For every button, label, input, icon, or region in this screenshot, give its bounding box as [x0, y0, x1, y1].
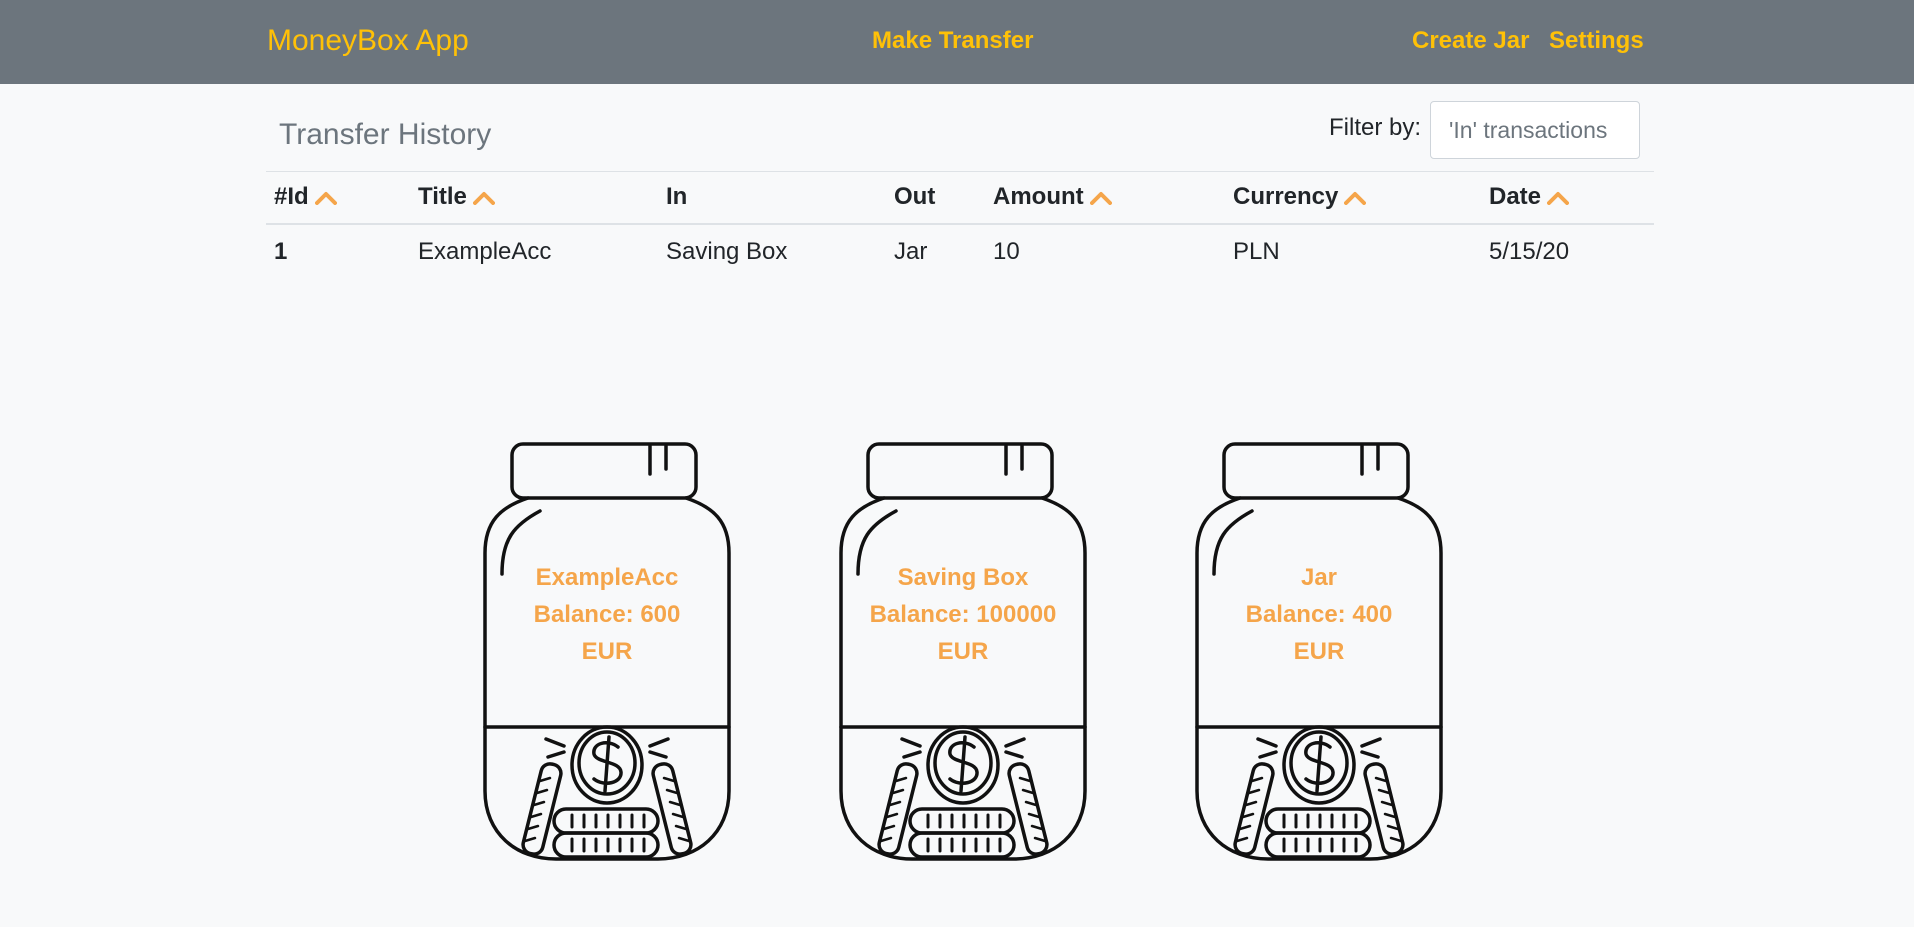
jar-card-jar[interactable]: Jar Balance: 400 EUR — [1188, 441, 1450, 863]
jar-balance: Balance: 100000 — [869, 601, 1057, 628]
cell-out: Jar — [894, 238, 928, 265]
jar-info: Saving Box Balance: 100000 EUR — [832, 559, 1094, 670]
column-header-date[interactable]: Date — [1481, 171, 1654, 225]
create-jar-link[interactable]: Create Jar — [1412, 27, 1529, 55]
cell-amount: 10 — [993, 238, 1020, 265]
jar-info: ExampleAcc Balance: 600 EUR — [476, 559, 738, 670]
jar-balance: Balance: 400 — [1245, 601, 1393, 628]
jar-name: Saving Box — [897, 564, 1029, 591]
column-header-currency[interactable]: Currency — [1225, 171, 1481, 225]
chevron-up-icon[interactable] — [472, 184, 495, 212]
jar-currency: EUR — [1293, 638, 1345, 665]
filter-label: Filter by: — [1329, 114, 1422, 141]
jar-info: Jar Balance: 400 EUR — [1188, 559, 1450, 670]
jar-name: Jar — [1300, 564, 1338, 591]
jar-card-exampleacc[interactable]: ExampleAcc Balance: 600 EUR — [476, 441, 738, 863]
jar-name: ExampleAcc — [535, 564, 679, 591]
chevron-up-icon[interactable] — [1344, 184, 1367, 212]
cell-id: 1 — [274, 238, 288, 265]
chevron-up-icon[interactable] — [1547, 184, 1570, 212]
column-header-in: In — [658, 171, 886, 225]
filter-input[interactable] — [1430, 101, 1640, 159]
column-header-id[interactable]: #Id — [266, 171, 410, 225]
jar-card-saving-box[interactable]: Saving Box Balance: 100000 EUR — [832, 441, 1094, 863]
settings-link[interactable]: Settings — [1549, 27, 1644, 55]
table-row: 1 ExampleAcc Saving Box Jar 10 PLN 5/15/… — [266, 224, 1654, 280]
cell-in: Saving Box — [666, 238, 788, 265]
column-header-amount[interactable]: Amount — [985, 171, 1225, 225]
transfer-history-table: #Id Title In Out Amount Currency Date 1 … — [266, 171, 1654, 280]
transfer-history-title: Transfer History — [279, 118, 492, 151]
table-header-row: #Id Title In Out Amount Currency Date — [266, 171, 1654, 225]
chevron-up-icon[interactable] — [314, 184, 337, 212]
navbar: MoneyBox App Make Transfer Create Jar Se… — [0, 0, 1914, 84]
jar-currency: EUR — [937, 638, 989, 665]
make-transfer-link[interactable]: Make Transfer — [872, 27, 1033, 55]
jar-balance: Balance: 600 — [533, 601, 681, 628]
column-header-title[interactable]: Title — [410, 171, 658, 225]
column-header-out: Out — [886, 171, 985, 225]
jar-currency: EUR — [581, 638, 633, 665]
chevron-up-icon[interactable] — [1089, 184, 1112, 212]
cell-title: ExampleAcc — [418, 238, 552, 265]
brand-link[interactable]: MoneyBox App — [267, 24, 469, 58]
cell-date: 5/15/20 — [1489, 238, 1570, 265]
cell-currency: PLN — [1233, 238, 1280, 265]
